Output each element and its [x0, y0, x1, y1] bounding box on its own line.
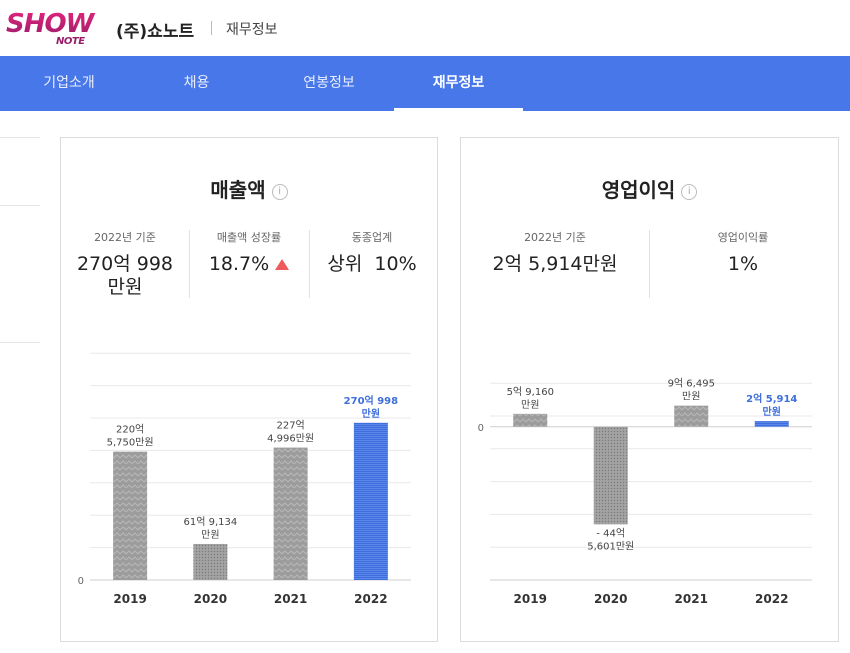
x-tick-label: 2019	[514, 592, 547, 606]
growth-rate: 18.7%	[189, 253, 309, 276]
sidebar-divider	[0, 342, 40, 343]
data-label: - 44억 5,601만원	[587, 527, 634, 552]
sidebar-divider	[0, 137, 40, 138]
stat-label: 2022년 기준	[524, 231, 586, 244]
svg-text:SHOW: SHOW	[6, 9, 96, 39]
svg-text:NOTE: NOTE	[56, 36, 85, 47]
data-label: 227억 4,996만원	[267, 420, 314, 445]
data-label: 9억 6,495 만원	[668, 378, 715, 403]
x-tick-label: 2019	[113, 592, 146, 606]
y-tick-label: 0	[478, 423, 484, 434]
x-tick-label: 2020	[594, 592, 627, 606]
stat-value: 18.7%	[208, 253, 270, 275]
revenue-title-text: 매출액	[210, 178, 266, 202]
revenue-chart: 0 220억 5,750만원 2019 61억 9,134 만원 2020 227억 4,996…	[78, 352, 411, 606]
bar-2021[interactable]	[674, 405, 709, 427]
tab-salary[interactable]: 연봉정보	[264, 56, 394, 111]
bar-2022[interactable]	[754, 421, 789, 427]
data-label: 61억 9,134 만원	[184, 516, 238, 541]
revenue-title: 매출액 i	[61, 174, 437, 203]
header-divider	[211, 21, 212, 35]
breadcrumb: 재무정보	[226, 22, 278, 38]
bar-2019[interactable]	[113, 451, 148, 580]
x-tick-label: 2020	[194, 592, 227, 606]
data-label: 220억 5,750만원	[107, 424, 154, 449]
x-tick-label: 2021	[675, 592, 708, 606]
stat-label: 동종업계	[351, 231, 393, 244]
stat-value: 270억 998 만원	[76, 253, 174, 298]
sidebar-divider	[0, 205, 40, 206]
showote-logo[interactable]: SHOW NOTE	[6, 8, 98, 48]
info-icon[interactable]: i	[271, 183, 288, 200]
data-label: 2억 5,914 만원	[746, 393, 797, 418]
bar-2021[interactable]	[273, 447, 308, 580]
stat-label: 매출액 성장률	[216, 231, 282, 244]
site-header: SHOW NOTE (주)쇼노트 재무정보	[0, 0, 850, 56]
tab-recruit[interactable]: 채용	[138, 56, 255, 111]
y-tick-label: 0	[78, 576, 84, 587]
bar-2019[interactable]	[513, 413, 548, 427]
tab-company-intro[interactable]: 기업소개	[0, 56, 138, 111]
stat-value: 2억 5,914만원	[492, 253, 618, 275]
data-label: 5억 9,160 만원	[507, 386, 554, 411]
company-name[interactable]: (주)쇼노트	[116, 17, 194, 42]
profit-title: 영업이익 i	[461, 174, 838, 203]
tab-finance[interactable]: 재무정보	[394, 56, 523, 111]
main-nav: 기업소개 채용 연봉정보 재무정보	[0, 56, 850, 111]
x-tick-label: 2022	[354, 592, 387, 606]
up-arrow-icon	[275, 259, 290, 270]
profit-title-text: 영업이익	[601, 178, 676, 202]
stat-label: 영업이익률	[717, 231, 769, 244]
bar-2022[interactable]	[353, 422, 388, 580]
info-icon[interactable]: i	[681, 183, 698, 200]
bar-2020[interactable]	[593, 426, 628, 525]
stat-label: 2022년 기준	[94, 231, 156, 244]
x-tick-label: 2021	[274, 592, 307, 606]
operating-profit-chart: 0 5억 9,160 만원 2019 - 44억 5,601만원 2020 9억 6,495 만…	[478, 378, 812, 606]
bar-2020[interactable]	[193, 543, 228, 580]
data-label: 270억 998 만원	[344, 395, 398, 420]
stat-value: 상위 10%	[327, 253, 417, 275]
stat-value: 1%	[727, 253, 759, 275]
x-tick-label: 2022	[755, 592, 788, 606]
